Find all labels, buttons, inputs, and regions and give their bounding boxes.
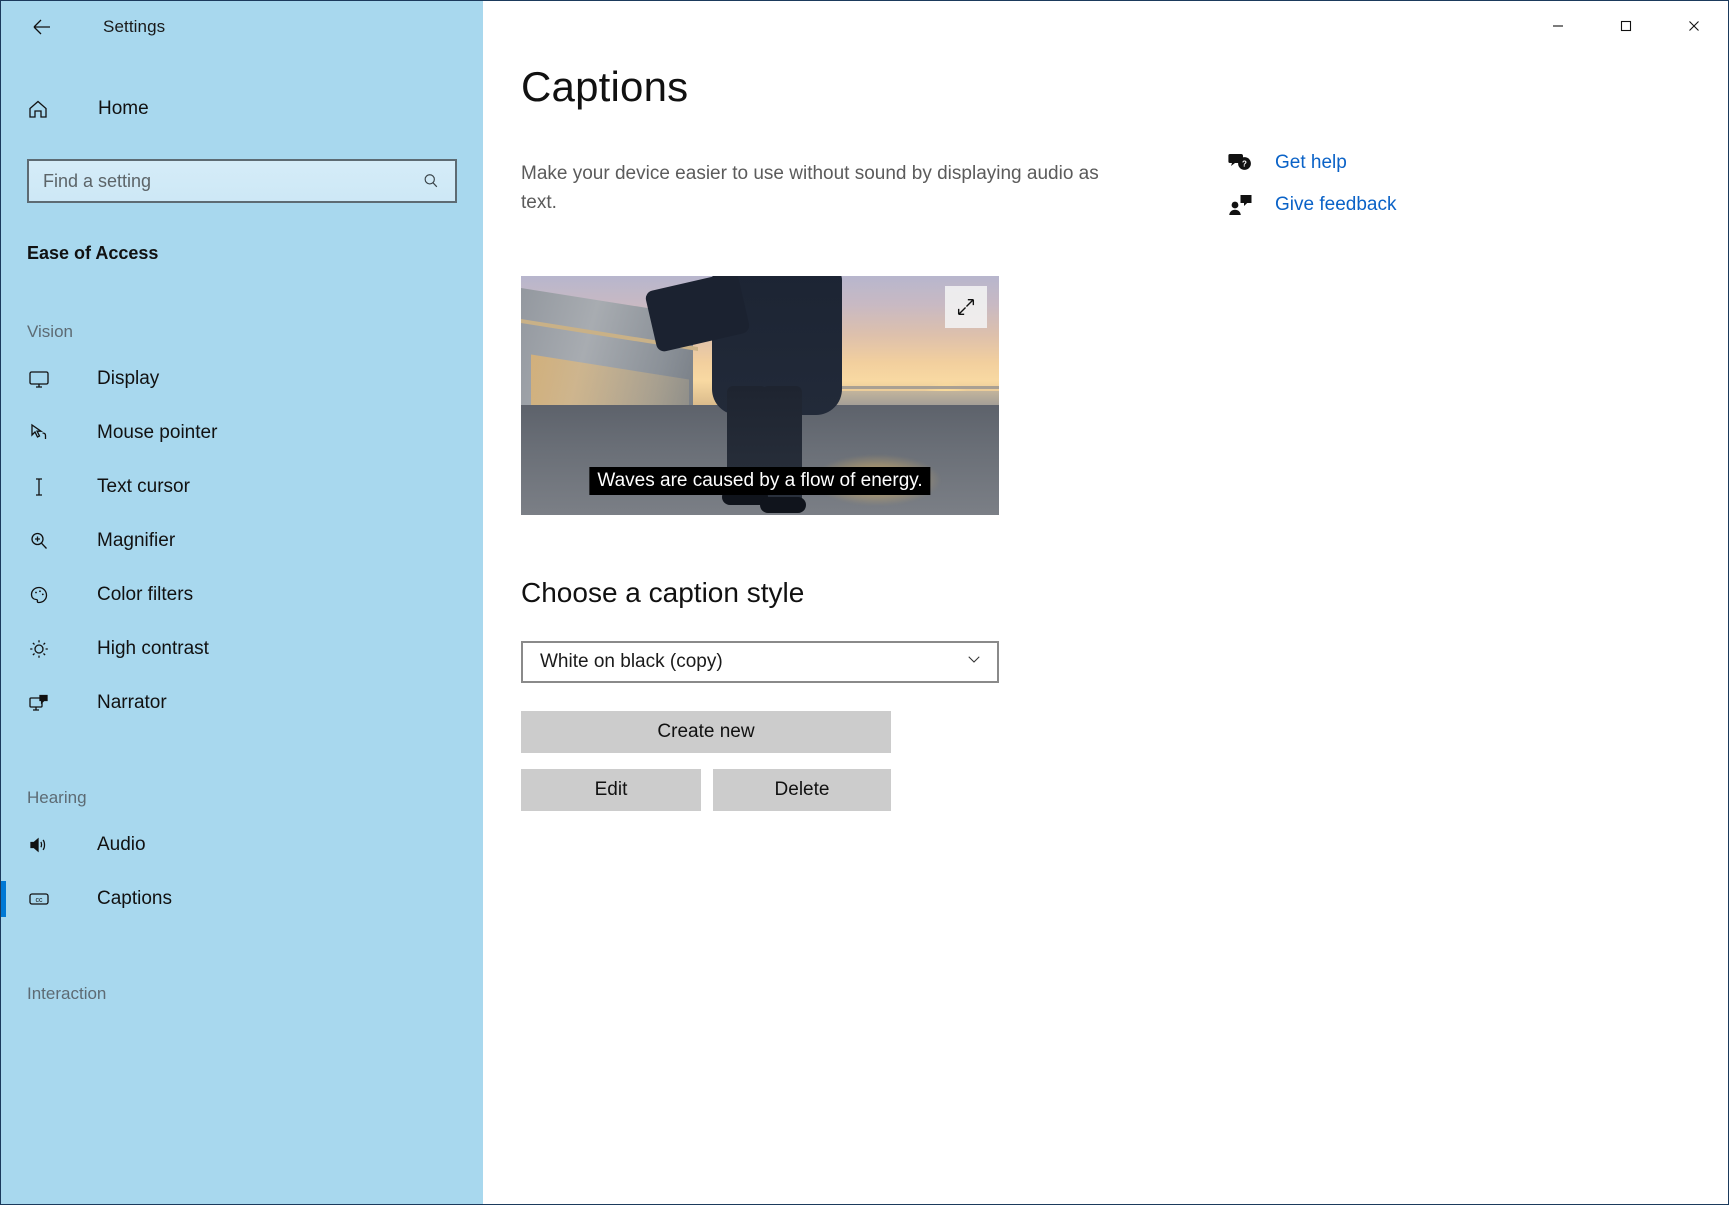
sidebar-item-label: Narrator bbox=[97, 692, 167, 714]
sidebar-category-label: Ease of Access bbox=[1, 243, 483, 264]
speaker-icon bbox=[27, 833, 61, 857]
sidebar-item-label: Color filters bbox=[97, 584, 193, 606]
magnifier-icon bbox=[27, 529, 61, 553]
mouse-pointer-icon bbox=[27, 421, 61, 445]
sidebar-item-narrator[interactable]: Narrator bbox=[1, 676, 483, 730]
sidebar-item-label: Display bbox=[97, 368, 159, 390]
sidebar-item-mouse-pointer[interactable]: Mouse pointer bbox=[1, 406, 483, 460]
get-help-label: Get help bbox=[1275, 152, 1347, 174]
sidebar-item-label: Audio bbox=[97, 834, 146, 856]
sidebar-item-label: Mouse pointer bbox=[97, 422, 217, 444]
narrator-icon bbox=[27, 691, 61, 715]
sidebar-item-display[interactable]: Display bbox=[1, 352, 483, 406]
sidebar-item-label: Magnifier bbox=[97, 530, 175, 552]
sidebar-group-label-interaction: Interaction bbox=[1, 984, 483, 1004]
caption-style-actions: Edit Delete bbox=[521, 769, 1728, 811]
search-input[interactable] bbox=[29, 171, 421, 192]
caption-style-dropdown[interactable]: White on black (copy) bbox=[521, 641, 999, 683]
edit-button[interactable]: Edit bbox=[521, 769, 701, 811]
give-feedback-label: Give feedback bbox=[1275, 194, 1396, 216]
search-icon bbox=[421, 171, 455, 191]
sidebar-item-label: High contrast bbox=[97, 638, 209, 660]
content-area: Captions Make your device easier to use … bbox=[483, 1, 1728, 811]
sidebar-item-audio[interactable]: Audio bbox=[1, 818, 483, 872]
search-box[interactable] bbox=[27, 159, 457, 203]
home-icon bbox=[26, 97, 60, 121]
expand-preview-button[interactable] bbox=[945, 286, 987, 328]
expand-diagonal-icon bbox=[955, 296, 977, 318]
svg-text:cc: cc bbox=[36, 897, 44, 904]
svg-text:?: ? bbox=[1242, 160, 1247, 169]
delete-button[interactable]: Delete bbox=[713, 769, 891, 811]
help-links: ? Get help Give feedback bbox=[1223, 151, 1396, 235]
sidebar-item-high-contrast[interactable]: High contrast bbox=[1, 622, 483, 676]
page-description: Make your device easier to use without s… bbox=[521, 159, 1121, 218]
caption-style-selected-value: White on black (copy) bbox=[540, 651, 723, 673]
help-bubble-icon: ? bbox=[1223, 151, 1259, 175]
preview-caption-text: Waves are caused by a flow of energy. bbox=[597, 470, 922, 491]
sidebar-item-magnifier[interactable]: Magnifier bbox=[1, 514, 483, 568]
get-help-link[interactable]: ? Get help bbox=[1223, 151, 1396, 175]
main-content: Captions Make your device easier to use … bbox=[483, 1, 1728, 1204]
preview-person-shoe-right bbox=[760, 497, 806, 513]
back-button[interactable] bbox=[19, 9, 65, 45]
back-arrow-icon bbox=[30, 15, 54, 39]
closed-caption-icon: cc bbox=[27, 887, 61, 911]
settings-window: Settings Home Ease of Access Vision bbox=[0, 0, 1729, 1205]
sidebar-item-label: Captions bbox=[97, 888, 172, 910]
text-cursor-icon bbox=[27, 475, 61, 499]
caption-preview: Waves are caused by a flow of energy. bbox=[521, 276, 999, 515]
give-feedback-link[interactable]: Give feedback bbox=[1223, 193, 1396, 217]
preview-caption-band: Waves are caused by a flow of energy. bbox=[589, 467, 930, 495]
sidebar-item-home[interactable]: Home bbox=[1, 85, 483, 133]
sidebar-item-label: Text cursor bbox=[97, 476, 190, 498]
page-title: Captions bbox=[521, 63, 1728, 111]
create-new-button[interactable]: Create new bbox=[521, 711, 891, 753]
sidebar-group-label-vision: Vision bbox=[1, 322, 483, 342]
sidebar: Settings Home Ease of Access Vision bbox=[1, 1, 483, 1204]
sidebar-item-label-home: Home bbox=[98, 98, 149, 120]
feedback-person-icon bbox=[1223, 193, 1259, 217]
caption-style-heading: Choose a caption style bbox=[521, 577, 1728, 609]
palette-icon bbox=[27, 583, 61, 607]
monitor-icon bbox=[27, 367, 61, 391]
sidebar-item-text-cursor[interactable]: Text cursor bbox=[1, 460, 483, 514]
sidebar-item-color-filters[interactable]: Color filters bbox=[1, 568, 483, 622]
app-title: Settings bbox=[103, 17, 165, 37]
chevron-down-icon bbox=[965, 650, 983, 673]
sidebar-group-label-hearing: Hearing bbox=[1, 788, 483, 808]
sidebar-item-captions[interactable]: cc Captions bbox=[1, 872, 483, 926]
brightness-icon bbox=[27, 637, 61, 661]
sidebar-titlebar: Settings bbox=[1, 1, 483, 53]
